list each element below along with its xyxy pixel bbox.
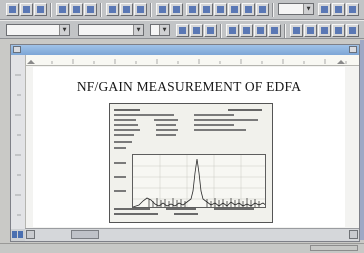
text-line bbox=[114, 119, 136, 121]
scroll-left-icon[interactable] bbox=[26, 230, 35, 239]
justify-icon[interactable] bbox=[268, 24, 281, 37]
toolbar-separator bbox=[284, 24, 286, 38]
drawing-icon[interactable] bbox=[214, 3, 227, 16]
columns-icon[interactable] bbox=[200, 3, 213, 16]
chevron-down-icon[interactable]: ▼ bbox=[133, 25, 143, 35]
text-line bbox=[114, 129, 140, 131]
text-line bbox=[194, 119, 258, 121]
align-center-icon[interactable] bbox=[240, 24, 253, 37]
text-line bbox=[114, 162, 126, 164]
toolbar-separator bbox=[272, 3, 274, 17]
chevron-down-icon[interactable]: ▼ bbox=[59, 25, 69, 35]
align-left-icon[interactable] bbox=[226, 24, 239, 37]
normal-view-icon[interactable] bbox=[12, 231, 17, 238]
spectrum-trace bbox=[133, 155, 265, 207]
border-icon[interactable] bbox=[346, 24, 359, 37]
text-line bbox=[194, 114, 234, 116]
spelling-icon[interactable] bbox=[84, 3, 97, 16]
text-line bbox=[156, 129, 178, 131]
show-hide-icon[interactable] bbox=[256, 3, 269, 16]
text-line bbox=[154, 119, 178, 121]
zoom-select[interactable]: ▼ bbox=[278, 3, 314, 15]
text-line bbox=[194, 129, 246, 131]
text-line bbox=[114, 109, 140, 111]
help-icon[interactable] bbox=[318, 3, 331, 16]
text-line bbox=[156, 134, 176, 136]
document-heading: NF/GAIN MEASUREMENT OF EDFA bbox=[76, 79, 302, 94]
text-line bbox=[114, 176, 126, 178]
numbering-icon[interactable] bbox=[290, 24, 303, 37]
scroll-right-icon[interactable] bbox=[349, 230, 358, 239]
table-icon[interactable] bbox=[186, 3, 199, 16]
bullets-icon[interactable] bbox=[304, 24, 317, 37]
page-view-icon[interactable] bbox=[18, 231, 23, 238]
italic-icon[interactable] bbox=[190, 24, 203, 37]
maximize-icon[interactable] bbox=[349, 46, 357, 53]
undo-icon[interactable] bbox=[156, 3, 169, 16]
view-buttons bbox=[11, 229, 25, 241]
chevron-down-icon[interactable]: ▼ bbox=[159, 25, 169, 35]
text-line bbox=[114, 134, 134, 136]
toolbar-separator bbox=[220, 24, 222, 38]
font-size-select[interactable]: ▼ bbox=[150, 24, 170, 36]
text-line bbox=[114, 124, 138, 126]
vertical-scrollbar[interactable] bbox=[360, 40, 364, 240]
copy-icon[interactable] bbox=[120, 3, 133, 16]
spectrum-analyzer-screenshot bbox=[109, 103, 273, 223]
outdent-icon[interactable] bbox=[332, 24, 345, 37]
preview-icon[interactable] bbox=[70, 3, 83, 16]
text-line bbox=[114, 208, 150, 210]
text-line bbox=[194, 124, 234, 126]
save-icon[interactable] bbox=[34, 3, 47, 16]
toolbar-separator bbox=[150, 3, 152, 17]
text-line bbox=[228, 109, 262, 111]
text-line bbox=[114, 213, 158, 215]
align-right-icon[interactable] bbox=[254, 24, 267, 37]
text-line bbox=[156, 124, 176, 126]
text-line bbox=[166, 208, 196, 210]
spectrum-plot bbox=[132, 154, 266, 208]
scroll-thumb[interactable] bbox=[71, 230, 99, 239]
new-icon[interactable] bbox=[6, 3, 19, 16]
chart-icon[interactable] bbox=[228, 3, 241, 16]
text-line bbox=[114, 147, 126, 149]
text-line bbox=[174, 213, 198, 215]
vertical-ruler bbox=[11, 55, 26, 231]
toolbar-separator bbox=[50, 3, 52, 17]
tool-icon[interactable] bbox=[332, 3, 345, 16]
chevron-down-icon[interactable]: ▼ bbox=[303, 4, 313, 14]
window-menu-icon[interactable] bbox=[13, 46, 21, 53]
text-line bbox=[114, 141, 132, 143]
frame-icon[interactable] bbox=[242, 3, 255, 16]
instrument-footer bbox=[114, 208, 268, 218]
toolbar-separator bbox=[100, 3, 102, 17]
horizontal-scrollbar[interactable] bbox=[25, 228, 359, 241]
open-icon[interactable] bbox=[20, 3, 33, 16]
text-line bbox=[114, 114, 174, 116]
formatting-toolbar: ▼ ▼ ▼ bbox=[0, 20, 364, 39]
redo-icon[interactable] bbox=[170, 3, 183, 16]
tool-icon[interactable] bbox=[346, 3, 359, 16]
standard-toolbar: ▼ bbox=[0, 0, 364, 20]
text-line bbox=[114, 190, 126, 192]
underline-icon[interactable] bbox=[204, 24, 217, 37]
paste-icon[interactable] bbox=[134, 3, 147, 16]
bold-icon[interactable] bbox=[176, 24, 189, 37]
status-cell bbox=[310, 245, 358, 251]
document-page[interactable]: NF/GAIN MEASUREMENT OF EDFA bbox=[33, 67, 345, 227]
document-title-bar bbox=[11, 45, 359, 55]
print-icon[interactable] bbox=[56, 3, 69, 16]
document-window: NF/GAIN MEASUREMENT OF EDFA bbox=[10, 44, 360, 242]
font-select[interactable]: ▼ bbox=[78, 24, 144, 36]
cut-icon[interactable] bbox=[106, 3, 119, 16]
text-line bbox=[214, 208, 254, 210]
indent-icon[interactable] bbox=[318, 24, 331, 37]
horizontal-ruler bbox=[25, 55, 359, 66]
style-select[interactable]: ▼ bbox=[6, 24, 70, 36]
